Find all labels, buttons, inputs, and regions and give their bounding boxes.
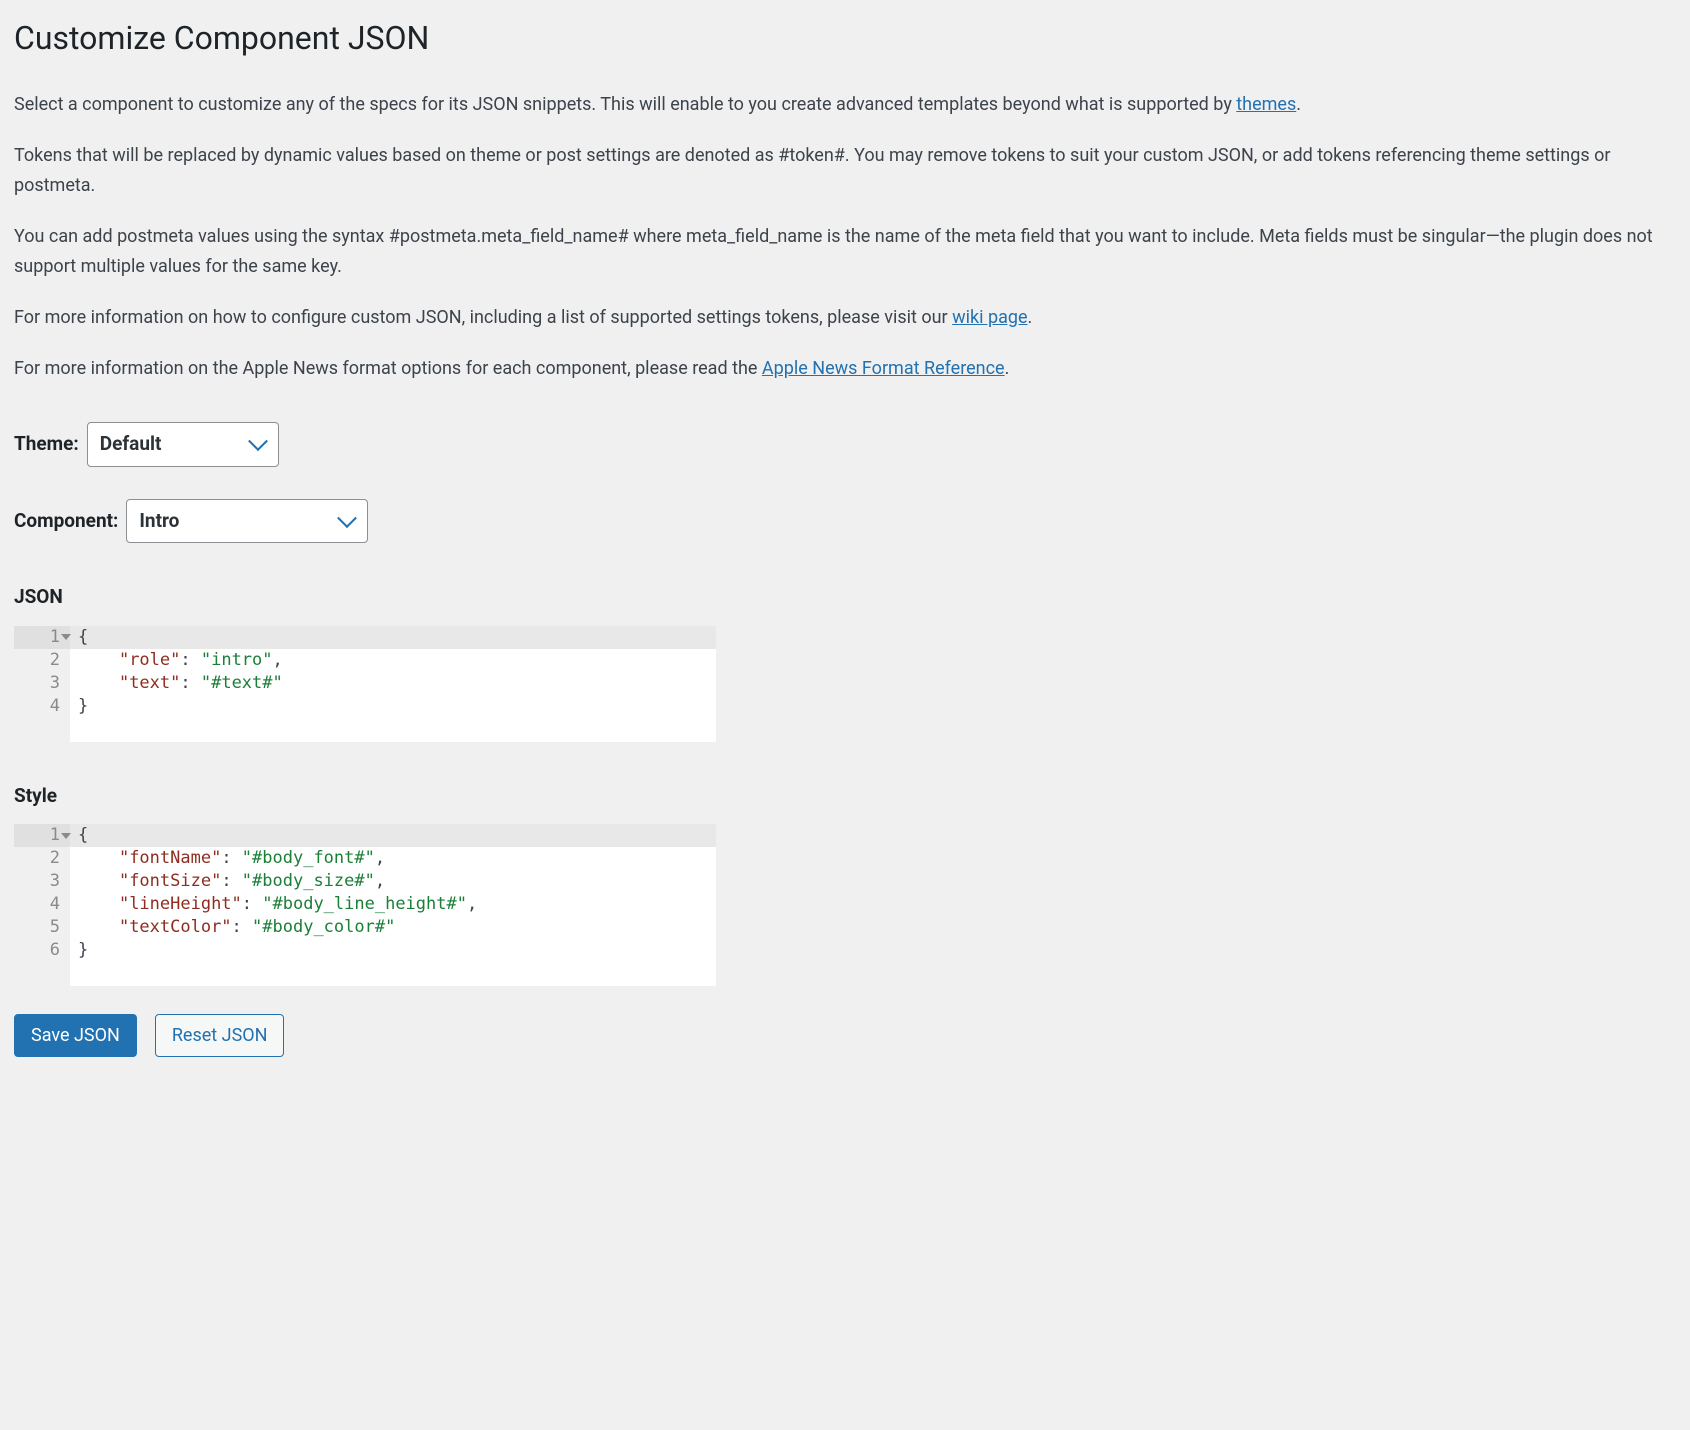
json-editor-gutter: 1 2 3 4 [14,626,70,742]
theme-select[interactable]: Default [87,422,279,467]
style-gutter-line-2: 2 [14,847,70,870]
reset-json-button[interactable]: Reset JSON [155,1014,285,1057]
theme-select-wrap: Default [87,422,279,467]
style-code-line-6: } [70,939,716,962]
style-editor-gutter: 1 2 3 4 5 6 [14,824,70,986]
intro-paragraph-5: For more information on the Apple News f… [14,354,1676,385]
intro-text-4b: . [1028,307,1033,328]
button-row: Save JSON Reset JSON [14,1014,1676,1057]
apple-news-format-link[interactable]: Apple News Format Reference [762,358,1005,379]
style-code-line-4: "lineHeight": "#body_line_height#", [70,893,716,916]
save-json-button[interactable]: Save JSON [14,1014,137,1057]
intro-text-1a: Select a component to customize any of t… [14,94,1236,115]
style-gutter-line-5: 5 [14,916,70,939]
page-title: Customize Component JSON [14,14,1676,62]
intro-text-5b: . [1005,358,1010,379]
json-gutter-line-4: 4 [14,695,70,718]
theme-field-row: Theme: Default [14,422,1676,467]
style-gutter-line-1: 1 [14,824,70,847]
intro-text-4a: For more information on how to configure… [14,307,952,328]
component-field-row: Component: Intro [14,499,1676,544]
intro-paragraph-2: Tokens that will be replaced by dynamic … [14,141,1676,202]
json-code-line-3: "text": "#text#" [70,672,716,695]
json-section-label: JSON [14,583,1676,612]
intro-paragraph-4: For more information on how to configure… [14,303,1676,334]
style-gutter-line-3: 3 [14,870,70,893]
intro-text-1b: . [1296,94,1301,115]
style-editor-code[interactable]: { "fontName": "#body_font#", "fontSize":… [70,824,716,986]
json-code-line-1: { [70,626,716,649]
style-section-label: Style [14,782,1676,811]
json-code-line-2: "role": "intro", [70,649,716,672]
theme-label: Theme: [14,430,79,459]
json-editor[interactable]: 1 2 3 4 { "role": "intro", "text": "#tex… [14,626,716,742]
style-code-line-2: "fontName": "#body_font#", [70,847,716,870]
themes-link[interactable]: themes [1236,94,1296,115]
intro-paragraph-3: You can add postmeta values using the sy… [14,222,1676,283]
fold-icon[interactable] [61,634,71,640]
component-label: Component: [14,507,118,536]
json-gutter-line-1: 1 [14,626,70,649]
component-select-wrap: Intro [126,499,368,544]
style-code-line-5: "textColor": "#body_color#" [70,916,716,939]
intro-text-5a: For more information on the Apple News f… [14,358,762,379]
json-gutter-line-2: 2 [14,649,70,672]
wiki-page-link[interactable]: wiki page [952,307,1027,328]
style-code-line-3: "fontSize": "#body_size#", [70,870,716,893]
json-code-line-4: } [70,695,716,718]
style-gutter-line-4: 4 [14,893,70,916]
style-gutter-line-6: 6 [14,939,70,962]
json-gutter-line-3: 3 [14,672,70,695]
json-editor-code[interactable]: { "role": "intro", "text": "#text#" } [70,626,716,742]
style-editor[interactable]: 1 2 3 4 5 6 { "fontName": "#body_font#",… [14,824,716,986]
intro-paragraph-1: Select a component to customize any of t… [14,90,1676,121]
component-select[interactable]: Intro [126,499,368,544]
fold-icon[interactable] [61,833,71,839]
style-code-line-1: { [70,824,716,847]
